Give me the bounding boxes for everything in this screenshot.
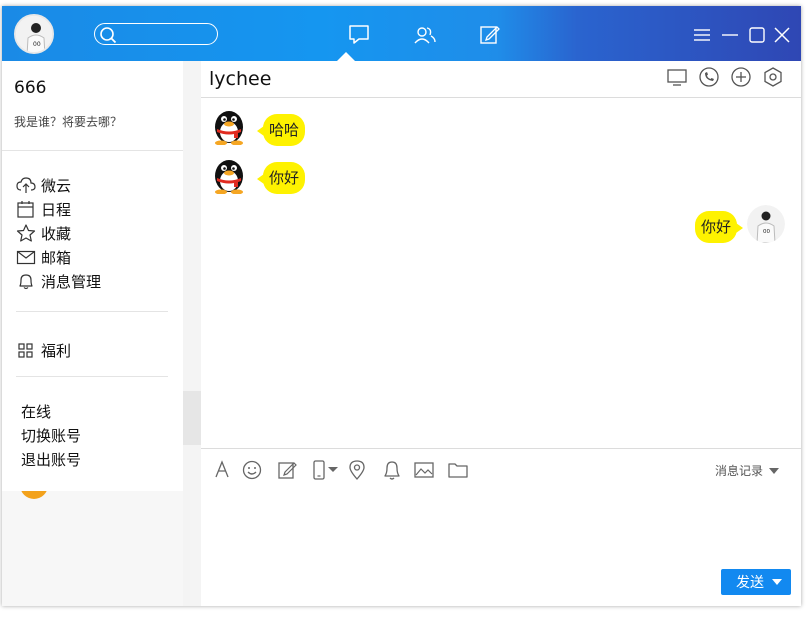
message-bubble[interactable]: 你好 [695,211,744,243]
message-list: 哈哈 你好 你好 00 [201,98,801,448]
svg-text:00: 00 [33,41,41,48]
contact-list-background [2,491,201,606]
divider [16,376,168,377]
sidebar-item-label: 消息管理 [41,272,102,291]
grid-icon [18,343,33,358]
chat-panel: lychee 哈哈 你好 你好 00 消息记录 [201,61,801,606]
avatar[interactable]: 00 [747,205,785,243]
phone-call-icon[interactable] [698,66,720,88]
chat-window: 00 666 我是谁？将要去哪？ 微云 日程 收藏 邮箱 消息管理 福利 在线 … [2,6,801,606]
divider [16,311,168,312]
title-bar: 00 [2,6,801,61]
star-icon [16,224,36,242]
folder-icon[interactable] [447,459,469,481]
phone-dropdown-icon[interactable] [311,459,341,481]
message-bubble[interactable]: 哈哈 [256,114,306,146]
image-icon[interactable] [413,459,435,481]
scrollbar-thumb[interactable] [183,391,201,445]
bell-icon[interactable] [381,459,403,481]
chat-tab-icon[interactable] [347,24,371,46]
sidebar-item-benefits[interactable]: 福利 [16,339,71,361]
svg-text:00: 00 [763,229,770,235]
screen-share-icon[interactable] [666,66,688,88]
divider [2,150,183,151]
sidebar-item-calendar[interactable]: 日程 [16,198,71,220]
avatar [20,491,48,499]
cloud-upload-icon [16,177,36,193]
font-icon[interactable] [211,459,233,481]
location-icon[interactable] [346,459,368,481]
contacts-tab-icon[interactable] [413,24,437,46]
sidebar-item-weiyun[interactable]: 微云 [16,174,71,196]
edit-icon[interactable] [276,459,298,481]
bell-icon [19,274,33,290]
close-icon[interactable] [772,25,792,45]
switch-account[interactable]: 切换账号 [21,425,81,446]
message-history-button[interactable]: 消息记录 [715,462,779,479]
scrollbar[interactable] [183,61,201,606]
settings-icon[interactable] [762,66,784,88]
message-history-label: 消息记录 [714,464,763,478]
signature[interactable]: 我是谁？将要去哪？ [14,113,122,130]
chevron-down-icon [769,467,779,474]
sidebar-item-mail[interactable]: 邮箱 [16,246,71,268]
sidebar-item-message-manager[interactable]: 消息管理 [16,270,101,292]
emoji-icon[interactable] [241,459,263,481]
message-bubble[interactable]: 你好 [256,162,306,194]
search-icon [100,27,117,44]
sidebar-item-label: 邮箱 [41,248,72,267]
maximize-icon[interactable] [747,25,767,45]
search-input[interactable] [94,23,218,45]
calendar-icon [17,201,34,218]
minimize-icon[interactable] [720,25,740,45]
chat-header: lychee [201,61,801,98]
menu-icon[interactable] [692,25,712,45]
sidebar-item-favorites[interactable]: 收藏 [16,222,71,244]
chat-title[interactable]: lychee [209,68,271,90]
mail-icon [16,250,36,265]
sidebar-item-label: 微云 [41,176,72,195]
logout[interactable]: 退出账号 [21,449,81,470]
nickname[interactable]: 666 [14,78,46,98]
send-button[interactable]: 发送 [721,569,791,595]
chevron-down-icon[interactable] [772,579,782,585]
edit-tab-icon[interactable] [478,24,502,46]
active-tab-indicator [337,52,355,61]
add-icon[interactable] [730,66,752,88]
input-toolbar: 消息记录 [201,448,801,488]
status-online[interactable]: 在线 [21,401,51,422]
send-button-label: 发送 [736,575,764,591]
avatar[interactable]: 00 [14,14,54,54]
sidebar-item-label: 日程 [41,200,72,219]
penguin-avatar-icon[interactable] [210,107,248,145]
sidebar-item-label: 收藏 [41,224,72,243]
sidebar-item-label: 福利 [41,341,72,360]
message-input[interactable] [201,488,801,606]
penguin-avatar-icon[interactable] [210,156,248,194]
profile-panel: 666 我是谁？将要去哪？ 微云 日程 收藏 邮箱 消息管理 福利 在线 切换账… [2,61,183,491]
